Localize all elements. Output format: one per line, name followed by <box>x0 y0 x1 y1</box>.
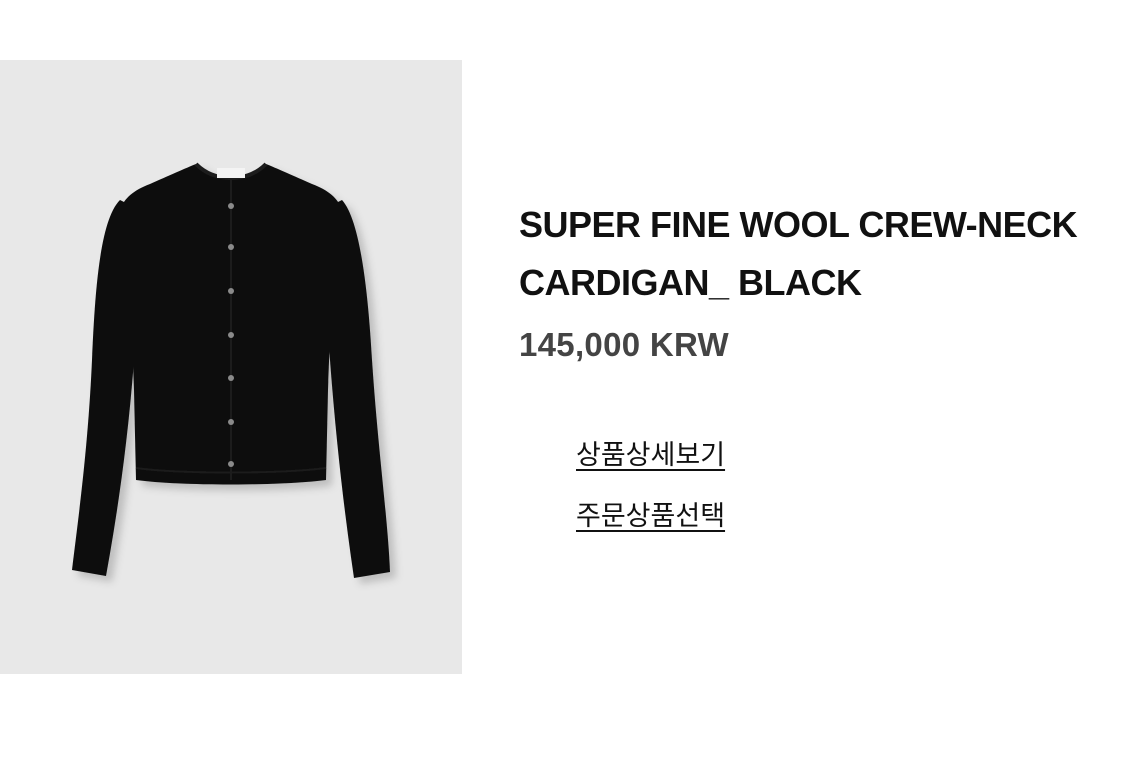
product-card: SUPER FINE WOOL CREW-NECK CARDIGAN_ BLAC… <box>0 0 1125 763</box>
cardigan-shape <box>72 162 390 578</box>
product-price: 145,000 KRW <box>519 326 729 363</box>
product-title: SUPER FINE WOOL CREW-NECK CARDIGAN_ BLAC… <box>519 204 1078 303</box>
product-image[interactable] <box>0 60 462 674</box>
product-links: 상품상세보기 주문상품선택 <box>576 438 725 560</box>
order-option-link[interactable]: 주문상품선택 <box>576 499 725 533</box>
product-detail-link[interactable]: 상품상세보기 <box>576 438 725 472</box>
brand-label <box>217 168 245 178</box>
cardigan-illustration <box>72 162 390 578</box>
